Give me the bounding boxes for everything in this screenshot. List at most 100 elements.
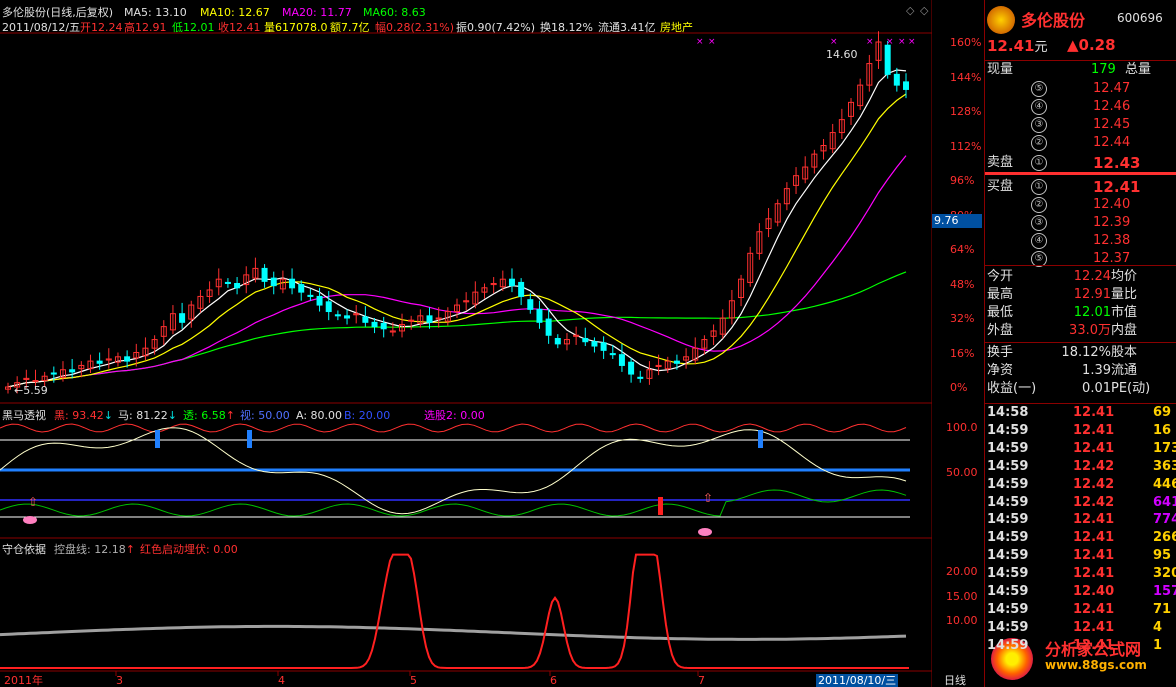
- price-axis-tick: 0%: [950, 381, 968, 394]
- top-marker: ×: [886, 37, 894, 47]
- kline-chart-area[interactable]: × × × × × × × ⇧ ⇧ 多伦股份(日线,后复权) MA5: 13.10 MA10: …: [0, 0, 982, 687]
- candle-body: [371, 321, 378, 328]
- high-label: 高12.91: [124, 21, 167, 34]
- xaxis-3: 3: [116, 674, 123, 687]
- xaxis-cursor-date: 2011/08/10/三: [816, 674, 899, 687]
- ask-row: ① 12.43: [985, 154, 1176, 172]
- tick-row: 14:59 12.41 71: [987, 601, 1172, 617]
- ma5-label: MA5: 13.10: [124, 6, 187, 19]
- tick-row: 14:59 12.42 363: [987, 458, 1176, 474]
- ma10-label: MA10: 12.67: [200, 6, 270, 19]
- candle-body: [50, 372, 57, 375]
- candle-body: [289, 278, 296, 289]
- ma20-label: MA20: 11.77: [282, 6, 352, 19]
- ind1-axis-50: 50.00: [946, 466, 978, 479]
- stat-row: 最高 12.91 量比: [987, 287, 1138, 302]
- bid-row: ④ 12.38: [985, 232, 1176, 250]
- tick-row: 14:59 12.41 774: [987, 512, 1176, 528]
- chart-canvas: × × × × × × ×⇧ ⇧: [0, 0, 932, 687]
- up-arrow-icon: ⇧: [703, 491, 713, 505]
- xaxis-6: 6: [550, 674, 557, 687]
- ind1-hei: 黑: 93.42↓: [54, 409, 113, 422]
- tick-row: 14:59 12.41 16: [987, 422, 1172, 438]
- ask-row: ④ 12.46: [985, 98, 1176, 116]
- signal-bar: [155, 430, 160, 448]
- candle-body: [609, 353, 616, 356]
- change-label: 幅0.28(2.31%): [375, 21, 455, 34]
- ind2-name: 守仓依据: [2, 543, 46, 556]
- ind2-axis-15: 15.00: [946, 590, 978, 603]
- red-start-line: [0, 553, 909, 669]
- signal-bar: [247, 430, 252, 448]
- ind1-shi: 视: 50.00: [240, 409, 290, 422]
- candle-body: [600, 342, 607, 351]
- top-marker: ×: [830, 37, 838, 47]
- flower-icon: [23, 516, 37, 524]
- ind2-axis-10: 10.00: [946, 614, 978, 627]
- ind2-red-start: 红色启动埋伏: 0.00: [140, 543, 238, 556]
- signal-bar: [758, 430, 763, 448]
- candle-body: [582, 337, 589, 343]
- candle-body: [270, 277, 277, 287]
- bid-row: ③ 12.39: [985, 214, 1176, 232]
- separator: [985, 342, 1176, 343]
- low-annotation: ←5.59: [14, 384, 48, 397]
- ask-price: 12.46: [1093, 99, 1131, 114]
- top-marker: ×: [898, 37, 906, 47]
- candle-body: [545, 318, 552, 336]
- price-cursor-label: 9.76: [932, 214, 982, 228]
- stat-row: 收益(一) 0.01 PE(动): [987, 381, 1151, 396]
- price-axis-tick: 96%: [950, 174, 975, 187]
- signal-bar: [658, 497, 663, 515]
- volume-label: 量617078.0: [264, 21, 328, 34]
- control-line: [0, 624, 907, 641]
- ind1-name: 黑马透视: [2, 409, 46, 422]
- collapse-icon[interactable]: ◇: [920, 4, 928, 17]
- diamond-icon[interactable]: ◇: [906, 4, 914, 17]
- open-label: 开12.24: [80, 21, 123, 34]
- price-axis-tick: 160%: [950, 36, 982, 49]
- xaxis-7: 7: [698, 674, 705, 687]
- price-axis-tick: 48%: [950, 277, 975, 291]
- level-index: ②: [1031, 197, 1047, 213]
- quote-price: 12.41元: [987, 37, 1048, 55]
- candle-body: [637, 376, 644, 379]
- sector-label: 房地产: [660, 21, 693, 34]
- ind1-b: B: 20.00: [344, 409, 391, 422]
- ma10-line: [7, 93, 907, 388]
- candle-body: [518, 281, 525, 297]
- candle-body: [234, 283, 241, 289]
- tick-row: 14:59 12.41 173: [987, 440, 1176, 456]
- float-label: 流通3.41亿: [598, 21, 656, 34]
- candle-body: [903, 81, 909, 90]
- close-label: 收12.41: [218, 21, 261, 34]
- level-index: ④: [1031, 233, 1047, 249]
- ind1-pick: 选股2: 0.00: [424, 409, 485, 422]
- level-index: ③: [1031, 117, 1047, 133]
- ask-row: ③ 12.45: [985, 116, 1176, 134]
- ma60-line: [7, 271, 907, 388]
- level-index: ④: [1031, 99, 1047, 115]
- bid-row: ② 12.40: [985, 196, 1176, 214]
- candle-body: [380, 322, 387, 330]
- candle-body: [628, 361, 635, 375]
- bid-price: 12.41: [1093, 178, 1141, 196]
- candle-body: [527, 299, 534, 310]
- candle-body: [508, 278, 515, 287]
- bid-price: 12.40: [1093, 197, 1131, 212]
- candle-body: [96, 360, 103, 364]
- bid-price: 12.38: [1093, 233, 1131, 248]
- top-marker: ×: [708, 37, 716, 47]
- level-index: ①: [1031, 179, 1047, 195]
- low-label: 低12.01: [172, 21, 215, 34]
- candle-body: [298, 284, 305, 293]
- up-arrow-icon: ⇧: [28, 495, 38, 509]
- price-axis-tick: 128%: [950, 105, 982, 118]
- candle-body: [893, 73, 900, 86]
- high-annotation: 14.60: [826, 48, 858, 61]
- turnover-label: 换18.12%: [540, 21, 593, 34]
- candle-body: [618, 354, 625, 366]
- period-label[interactable]: 日线: [944, 674, 966, 687]
- price-axis-tick: 16%: [950, 346, 975, 360]
- amplitude-label: 振0.90(7.42%): [456, 21, 536, 34]
